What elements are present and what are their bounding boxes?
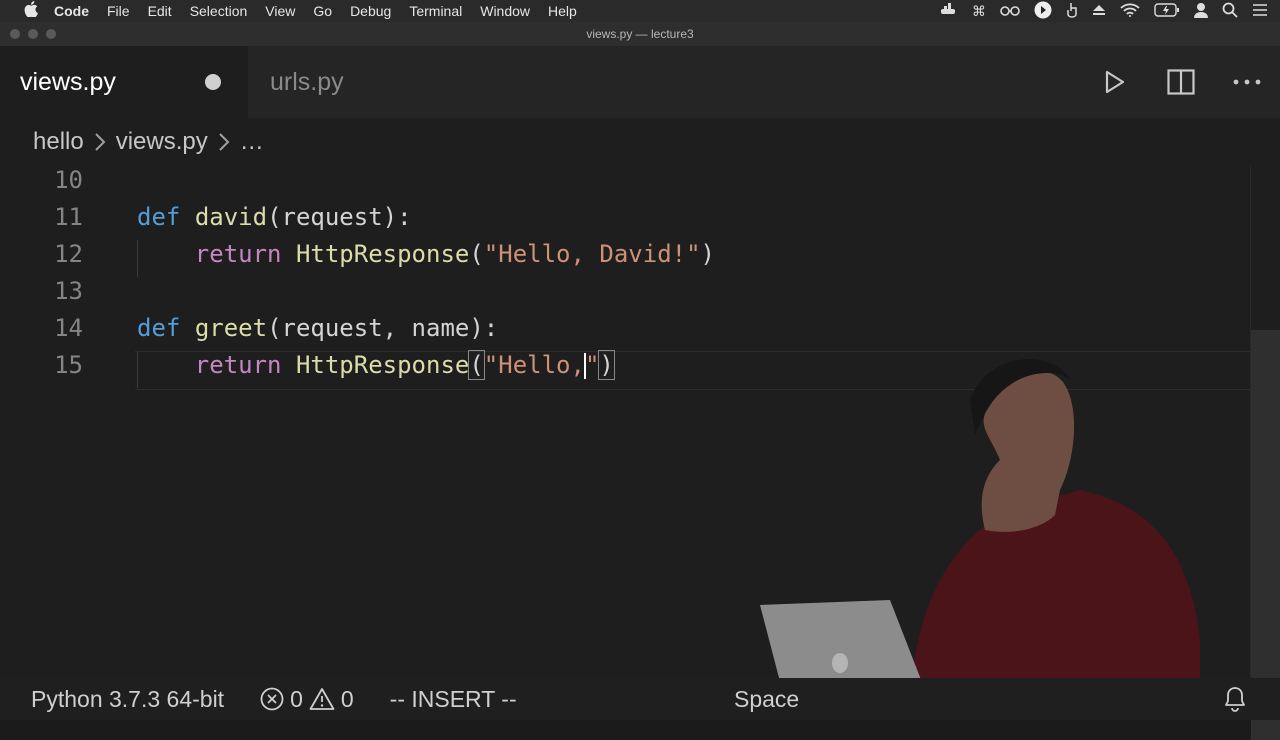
command-icon[interactable]: ⌘ — [972, 3, 986, 20]
breadcrumb-symbols[interactable]: … — [240, 128, 264, 156]
macos-menu-bar: Code File Edit Selection View Go Debug T… — [0, 0, 1280, 22]
more-ellipsis-icon — [1233, 79, 1261, 85]
zoom-window-button[interactable] — [46, 29, 56, 39]
status-bar: Python 3.7.3 64-bit 0 0 -- INSERT -- Spa… — [0, 678, 1280, 720]
menu-go[interactable]: Go — [313, 0, 332, 22]
warning-icon — [309, 688, 335, 710]
code-line: 13 — [0, 273, 1250, 310]
line-number: 14 — [54, 314, 83, 342]
keyword: return — [194, 240, 282, 268]
line-number: 11 — [54, 203, 83, 231]
code-line: 10 — [0, 162, 1250, 199]
menu-file[interactable]: File — [107, 0, 130, 22]
line-number: 15 — [54, 351, 83, 379]
code-fragment: (request): — [267, 203, 412, 231]
code-text: def greet(request, name): — [137, 310, 498, 347]
tab-views-py[interactable]: views.py — [0, 46, 248, 118]
window-controls — [10, 29, 56, 39]
play-icon — [1105, 70, 1125, 94]
python-interpreter-selector[interactable]: Python 3.7.3 64-bit — [31, 686, 224, 713]
apple-menu-icon[interactable] — [22, 1, 40, 21]
close-window-button[interactable] — [10, 29, 20, 39]
split-editor-icon — [1167, 69, 1195, 95]
menu-code[interactable]: Code — [54, 0, 89, 22]
function-call: HttpResponse — [295, 351, 470, 379]
battery-charging-icon[interactable] — [1154, 2, 1180, 20]
breadcrumb-file-views-py[interactable]: views.py — [116, 128, 208, 156]
menu-bar-status-icons: ⌘ — [940, 0, 1268, 22]
tab-label: urls.py — [270, 67, 344, 96]
notification-center-icon[interactable] — [1252, 3, 1268, 20]
code-text: def david(request): — [137, 199, 412, 236]
menu-window[interactable]: Window — [480, 0, 530, 22]
code-text: return HttpResponse("Hello,") — [137, 347, 615, 384]
unsaved-dot-icon[interactable] — [205, 74, 221, 90]
play-circle-icon[interactable] — [1034, 1, 1052, 22]
vim-mode-indicator: -- INSERT -- — [389, 685, 517, 712]
function-call: HttpResponse — [295, 240, 470, 268]
menu-view[interactable]: View — [265, 0, 295, 22]
menu-edit[interactable]: Edit — [148, 0, 172, 22]
line-number: 12 — [54, 240, 83, 268]
close-paren: ) — [700, 240, 715, 268]
tab-urls-py[interactable]: urls.py — [248, 46, 496, 118]
chevron-right-icon — [218, 132, 230, 152]
problems-indicator[interactable]: 0 0 — [260, 686, 354, 713]
run-file-button[interactable] — [1082, 46, 1148, 118]
editor-scrollbar[interactable] — [1250, 166, 1280, 740]
open-paren: ( — [469, 240, 484, 268]
presenter-video-overlay — [760, 358, 1200, 720]
code-line: 12 return HttpResponse("Hello, David!") — [0, 236, 1250, 273]
hand-pointer-icon[interactable] — [1066, 2, 1078, 21]
string-literal: "Hello, — [483, 351, 585, 379]
minimize-window-button[interactable] — [28, 29, 38, 39]
menu-terminal[interactable]: Terminal — [409, 0, 462, 22]
spotlight-search-icon[interactable] — [1222, 2, 1238, 21]
function-name: david — [194, 203, 268, 231]
string-literal: "Hello, David!" — [483, 240, 701, 268]
eject-icon[interactable] — [1092, 3, 1106, 20]
warning-count: 0 — [340, 685, 354, 712]
docker-icon[interactable] — [940, 2, 958, 20]
keyword: def — [137, 203, 181, 231]
chevron-right-icon — [94, 132, 106, 152]
keyword: return — [194, 351, 282, 379]
code-fragment: (request, name): — [267, 314, 499, 342]
notifications-bell-icon[interactable] — [1224, 686, 1246, 718]
code-line: 11 def david(request): — [0, 199, 1250, 236]
user-account-icon[interactable] — [1194, 2, 1208, 21]
more-actions-button[interactable] — [1214, 46, 1280, 118]
menu-debug[interactable]: Debug — [350, 0, 391, 22]
window-title: views.py — lecture3 — [586, 27, 694, 41]
code-text: return HttpResponse("Hello, David!") — [137, 236, 715, 273]
menu-help[interactable]: Help — [548, 0, 577, 22]
tab-label: views.py — [20, 67, 116, 96]
error-icon — [260, 687, 284, 711]
error-count: 0 — [290, 685, 303, 712]
line-number: 10 — [54, 166, 83, 194]
wifi-icon[interactable] — [1120, 3, 1140, 20]
breadcrumb: hello views.py … — [0, 118, 1280, 166]
indentation-selector[interactable]: Space — [734, 686, 799, 713]
glasses-icon[interactable] — [1000, 3, 1020, 19]
open-paren-match: ( — [468, 350, 485, 380]
menu-selection[interactable]: Selection — [190, 0, 248, 22]
string-literal: " — [584, 351, 600, 379]
editor-actions — [1082, 46, 1280, 118]
window-title-bar: views.py — lecture3 — [0, 22, 1280, 46]
close-paren-match: ) — [598, 350, 615, 380]
function-name: greet — [194, 314, 268, 342]
keyword: def — [137, 314, 181, 342]
split-editor-button[interactable] — [1148, 46, 1214, 118]
line-number: 13 — [54, 277, 83, 305]
breadcrumb-folder-hello[interactable]: hello — [33, 128, 84, 156]
